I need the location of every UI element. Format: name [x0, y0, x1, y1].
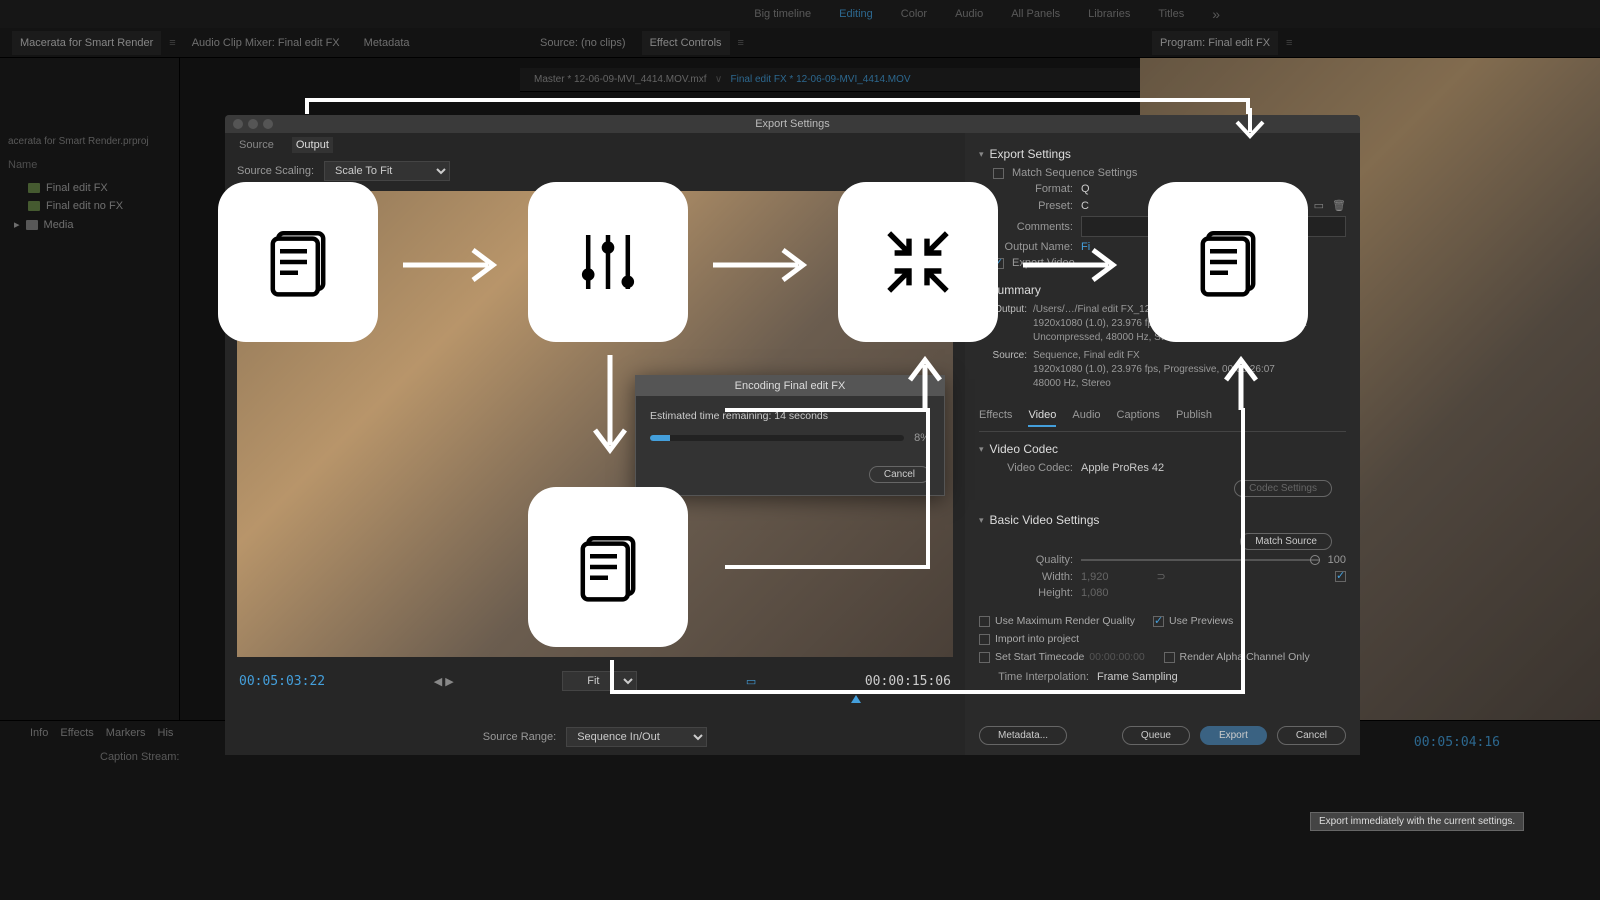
export-button[interactable]: Export: [1200, 726, 1267, 745]
nav-editing[interactable]: Editing: [839, 8, 873, 20]
encoding-title: Encoding Final edit FX: [636, 376, 944, 396]
source-scaling-label: Source Scaling:: [237, 165, 314, 177]
video-codec-label: Video Codec:: [993, 462, 1073, 474]
flow-cache-document-icon: [528, 487, 688, 647]
preset-label: Preset:: [993, 200, 1073, 212]
project-name-header: Name: [0, 155, 179, 175]
program-timecode: 00:05:04:16: [1414, 735, 1500, 750]
export-settings-header[interactable]: Export Settings: [979, 143, 1346, 165]
window-traffic-lights[interactable]: [233, 119, 273, 129]
start-timecode-label: Set Start Timecode: [995, 651, 1084, 663]
quality-label: Quality:: [993, 554, 1073, 566]
settings-tab-audio[interactable]: Audio: [1072, 409, 1100, 427]
tree-item-finaleditfx[interactable]: Final edit FX: [0, 179, 179, 197]
tree-item-finaleditnofx[interactable]: Final edit no FX: [0, 197, 179, 215]
basic-video-header[interactable]: Basic Video Settings: [979, 509, 1346, 531]
import-project-checkbox[interactable]: [979, 634, 990, 645]
source-scaling-select[interactable]: Scale To Fit: [324, 161, 450, 181]
preview-tab-output[interactable]: Output: [292, 137, 333, 153]
dialog-title: Export Settings: [225, 115, 1360, 133]
quality-slider[interactable]: [1310, 555, 1320, 565]
dimension-lock-checkbox[interactable]: [1335, 571, 1346, 582]
workspace-nav: Big timeline Editing Color Audio All Pan…: [0, 0, 1600, 28]
export-tooltip: Export immediately with the current sett…: [1310, 812, 1524, 831]
queue-button[interactable]: Queue: [1122, 726, 1190, 745]
nav-allpanels[interactable]: All Panels: [1011, 8, 1060, 20]
playhead-icon[interactable]: [851, 695, 861, 703]
video-codec-header[interactable]: Video Codec: [979, 438, 1346, 460]
tab-effectcontrols[interactable]: Effect Controls: [642, 31, 730, 55]
format-value[interactable]: Q: [1081, 183, 1090, 195]
width-label: Width:: [993, 571, 1073, 583]
height-label: Height:: [993, 587, 1073, 599]
comments-label: Comments:: [993, 221, 1073, 233]
settings-tab-video[interactable]: Video: [1028, 409, 1056, 427]
delete-preset-icon[interactable]: 🗑: [1332, 199, 1346, 212]
tree-item-media[interactable]: ▸ Media: [0, 215, 179, 234]
master-clip-line: Master * 12-06-09-MVI_4414.MOV.mxf ∨ Fin…: [520, 68, 1140, 92]
nav-audio[interactable]: Audio: [955, 8, 983, 20]
import-preset-icon[interactable]: ▭: [1314, 199, 1324, 212]
flow-document-icon: [218, 182, 378, 342]
settings-tabs: Effects Video Audio Captions Publish: [979, 401, 1346, 432]
cancel-button[interactable]: Cancel: [1277, 726, 1346, 745]
tab-audiomixer[interactable]: Audio Clip Mixer: Final edit FX: [184, 31, 348, 55]
match-source-button[interactable]: Match Source: [1240, 533, 1332, 550]
encoding-cancel-button[interactable]: Cancel: [869, 466, 930, 483]
nav-libraries[interactable]: Libraries: [1088, 8, 1130, 20]
nav-bigtimeline[interactable]: Big timeline: [754, 8, 811, 20]
settings-tab-publish[interactable]: Publish: [1176, 409, 1212, 427]
max-render-label: Use Maximum Render Quality: [995, 615, 1135, 627]
settings-tab-effects[interactable]: Effects: [979, 409, 1012, 427]
settings-tab-captions[interactable]: Captions: [1117, 409, 1160, 427]
aspect-icon[interactable]: ▭: [746, 675, 756, 688]
use-previews-checkbox[interactable]: [1153, 616, 1164, 627]
tab-info[interactable]: Info: [30, 727, 48, 739]
import-project-label: Import into project: [995, 633, 1079, 645]
use-previews-label: Use Previews: [1169, 615, 1233, 627]
tab-source[interactable]: Source: (no clips): [532, 31, 634, 55]
project-filename: acerata for Smart Render.prproj: [0, 128, 179, 155]
max-render-checkbox[interactable]: [979, 616, 990, 627]
match-sequence-checkbox[interactable]: [993, 168, 1004, 179]
match-sequence-label: Match Sequence Settings: [1012, 167, 1137, 179]
height-value[interactable]: 1,080: [1081, 587, 1109, 599]
tab-markers[interactable]: Markers: [106, 727, 146, 739]
tab-program[interactable]: Program: Final edit FX: [1152, 31, 1278, 55]
tab-metadata[interactable]: Metadata: [356, 31, 418, 55]
nav-titles[interactable]: Titles: [1158, 8, 1184, 20]
alpha-only-checkbox[interactable]: [1164, 652, 1175, 663]
nav-color[interactable]: Color: [901, 8, 927, 20]
encoding-progress-dialog: Encoding Final edit FX Estimated time re…: [635, 375, 945, 496]
format-label: Format:: [993, 183, 1073, 195]
source-range-label: Source Range:: [483, 731, 556, 743]
fit-select[interactable]: Fit: [562, 671, 637, 691]
quality-value: 100: [1328, 554, 1346, 566]
nav-more-icon[interactable]: »: [1212, 6, 1220, 22]
metadata-button[interactable]: Metadata...: [979, 726, 1067, 745]
time-interp-label: Time Interpolation:: [979, 671, 1089, 683]
codec-settings-button[interactable]: Codec Settings: [1234, 480, 1332, 497]
export-timecode-in: 00:05:03:22: [239, 674, 325, 689]
tab-macerata[interactable]: Macerata for Smart Render: [12, 31, 161, 55]
encoding-progress-bar: [650, 435, 904, 441]
video-codec-select[interactable]: Apple ProRes 42: [1081, 462, 1164, 474]
flow-result-document-icon: [1148, 182, 1308, 342]
start-timecode-checkbox[interactable]: [979, 652, 990, 663]
tab-history[interactable]: His: [158, 727, 174, 739]
link-dimensions-icon[interactable]: ⊃: [1157, 570, 1166, 583]
summary-source: Source:Sequence, Final edit FX 1920x1080…: [979, 347, 1346, 393]
tab-effects[interactable]: Effects: [60, 727, 93, 739]
preview-tab-source[interactable]: Source: [235, 137, 278, 153]
export-timecode-dur: 00:00:15:06: [865, 674, 951, 689]
width-value[interactable]: 1,920: [1081, 571, 1109, 583]
panel-tab-row: Macerata for Smart Render≡ Audio Clip Mi…: [0, 28, 1600, 58]
flow-sliders-icon: [528, 182, 688, 342]
source-range-select[interactable]: Sequence In/Out: [566, 727, 707, 747]
preset-value[interactable]: C: [1081, 200, 1089, 212]
time-interp-select[interactable]: Frame Sampling: [1097, 671, 1178, 683]
flow-compress-icon: [838, 182, 998, 342]
